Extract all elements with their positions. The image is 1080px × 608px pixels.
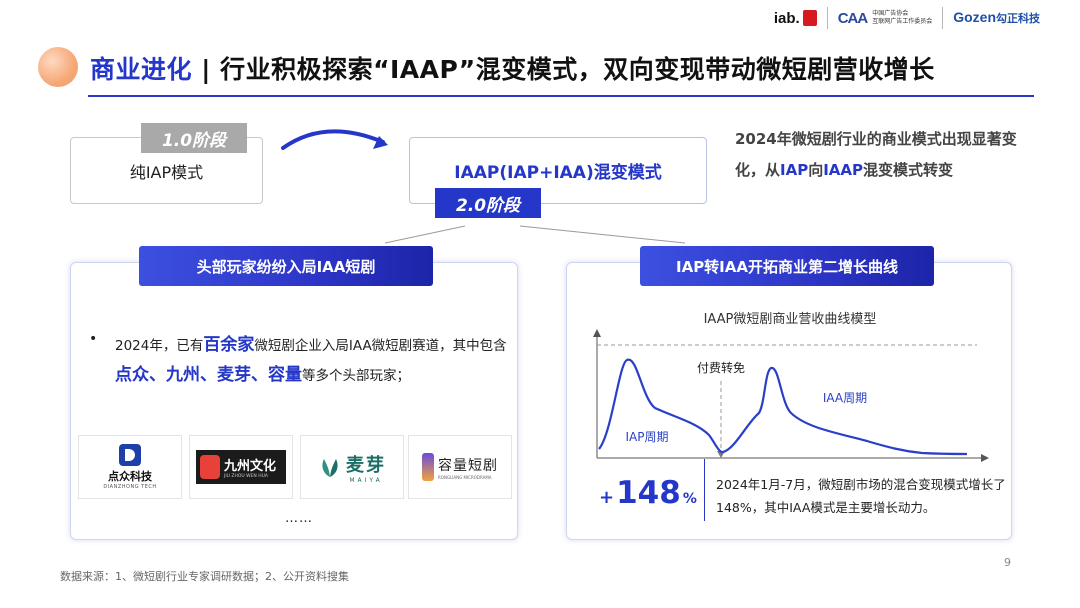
label-iap: IAP周期 <box>626 430 669 444</box>
bullet-mark: • <box>89 331 98 347</box>
title-decor-dot <box>38 47 78 87</box>
maiya-logo-icon <box>322 459 338 477</box>
growth-percent: % <box>682 491 697 507</box>
caa-logo-mark: CAA <box>837 9 868 27</box>
brand-maiya: 麦芽 MAIYA <box>300 435 404 499</box>
iab-logo-text: iab. <box>773 9 800 27</box>
label-iaa: IAA周期 <box>823 391 867 405</box>
para-highlight-count: 百余家 <box>203 335 255 355</box>
title-underline <box>88 95 1034 97</box>
growth-figure: +148% <box>599 475 697 511</box>
dianzhong-name: 点众科技 <box>108 470 152 483</box>
more-ellipsis: …… <box>285 511 313 526</box>
gozen-logo-cn: 勾正科技 <box>996 13 1040 25</box>
maiya-name: 麦芽 <box>346 454 386 476</box>
rongliang-sub: RONGLIANG MICRODRAMA <box>438 474 492 480</box>
title-accent: 商业进化 <box>90 55 193 84</box>
annotation-turn: 付费转免 <box>697 360 745 375</box>
growth-description: 2024年1月-7月，微短剧市场的混合变现模式增长了148%，其中IAA模式是主… <box>716 477 1006 515</box>
para-text-2: 微短剧企业入局IAA微短剧赛道，其中包含 <box>254 338 507 354</box>
chart-title: IAAP微短剧商业营收曲线模型 <box>704 312 877 327</box>
jiuzhou-name: 九州文化 <box>224 459 277 474</box>
title-main: 行业积极探索“IAAP”混变模式，双向变现带动微短剧营收增长 <box>220 55 935 84</box>
note-text-2: 向 <box>808 161 824 179</box>
logo-divider <box>942 7 944 29</box>
data-source-footer: 数据来源：1、微短剧行业专家调研数据；2、公开资料搜集 <box>60 570 349 583</box>
stage2-box-text: IAAP(IAP+IAA)混变模式 <box>454 163 662 183</box>
y-axis-arrow-icon <box>593 329 601 337</box>
growth-number: 148 <box>616 475 681 511</box>
caa-line1: 中国广告协会 <box>872 11 909 17</box>
para-text-3: 等多个头部玩家； <box>302 368 410 384</box>
transition-note: 2024年微短剧行业的商业模式出现显著变化，从IAP向IAAP混变模式转变 <box>735 124 1025 186</box>
x-axis-arrow-icon <box>981 454 989 462</box>
brand-rongliang: 容量短剧 RONGLIANG MICRODRAMA <box>408 435 512 499</box>
title-separator: | <box>192 55 221 84</box>
dianzhong-logo-icon <box>119 444 141 466</box>
stage1-label: 1.0阶段 <box>141 123 247 153</box>
brand-dianzhong: 点众科技 DIANZHONG TECH <box>78 435 182 499</box>
para-highlight-players: 点众、九州、麦芽、容量 <box>115 365 302 385</box>
left-card-paragraph: 2024年，已有百余家微短剧企业入局IAA微短剧赛道，其中包含点众、九州、麦芽、… <box>115 331 510 391</box>
note-highlight-iaap: IAAP <box>823 161 864 179</box>
rongliang-name: 容量短剧 <box>438 457 498 474</box>
page-number: 9 <box>1004 556 1011 569</box>
caa-logo: CAA 中国广告协会 互联网广告工作委员会 <box>838 10 933 27</box>
iab-seal-icon <box>802 10 817 26</box>
page-title: 商业进化 | 行业积极探索“IAAP”混变模式，双向变现带动微短剧营收增长 <box>90 50 935 86</box>
stage2-label: 2.0阶段 <box>435 188 541 218</box>
growth-plus: + <box>599 487 615 508</box>
stage-arrow-icon <box>281 129 388 150</box>
para-text-1: 2024年，已有 <box>115 338 204 354</box>
left-card: 头部玩家纷纷入局IAA短剧 • 2024年，已有百余家微短剧企业入局IAA微短剧… <box>70 246 518 540</box>
note-highlight-iap: IAP <box>780 161 809 179</box>
rongliang-logo-icon <box>422 453 434 481</box>
left-card-tab: 头部玩家纷纷入局IAA短剧 <box>139 246 433 286</box>
iab-logo: iab. <box>774 10 817 27</box>
jiuzhou-logo-icon <box>200 455 220 479</box>
dianzhong-sub: DIANZHONG TECH <box>103 484 157 490</box>
gozen-logo: Gozen勾正科技 <box>953 9 1040 27</box>
connector-line-left <box>384 225 466 244</box>
jiuzhou-sub: JIU ZHOU WEN HUA <box>224 474 268 479</box>
right-card: IAP转IAA开拓商业第二增长曲线 IAAP微短剧商业营收曲线模型 付费转免 I… <box>566 246 1012 540</box>
growth-divider <box>704 459 705 521</box>
stage1-box-text: 纯IAP模式 <box>129 162 204 182</box>
note-text-3: 混变模式转变 <box>863 161 954 179</box>
caa-logo-text: 中国广告协会 互联网广告工作委员会 <box>872 10 932 26</box>
partner-logos: iab. CAA 中国广告协会 互联网广告工作委员会 Gozen勾正科技 <box>774 6 1040 30</box>
gozen-logo-text: Gozen <box>953 9 996 25</box>
caa-line2: 互联网广告工作委员会 <box>872 19 933 25</box>
connector-line-right <box>519 225 686 244</box>
logo-divider <box>826 7 828 29</box>
maiya-sub: MAIYA <box>349 476 383 484</box>
brand-jiuzhou: 九州文化 JIU ZHOU WEN HUA <box>189 435 293 499</box>
